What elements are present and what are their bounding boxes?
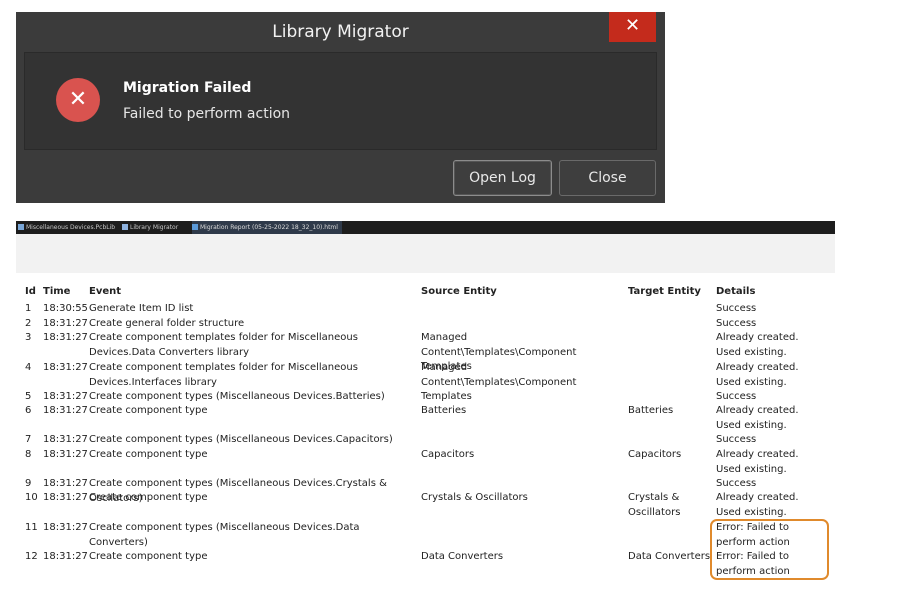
table-row-cell-id: 6 (25, 405, 32, 416)
table-row-cell-event: Create component type (89, 405, 208, 416)
table-row-cell-id: 1 (25, 303, 32, 314)
table-row-cell-time: 18:30:55 (43, 303, 88, 314)
column-header-target-entity: Target Entity (628, 286, 701, 297)
library-migrator-dialog: Library Migrator ✕ ✕ Migration Failed Fa… (16, 12, 665, 203)
table-row-cell-details: Success (716, 434, 757, 445)
tab-pcblib[interactable]: Miscellaneous Devices.PcbLib (18, 221, 115, 234)
table-row-cell-time: 18:31:27 (43, 551, 88, 562)
open-log-button[interactable]: Open Log (453, 160, 552, 196)
table-row-cell-target: Data Converters (628, 551, 711, 562)
table-row-cell-id: 12 (25, 551, 38, 562)
column-header-event: Event (89, 286, 122, 297)
table-row-cell-details: Already created. Used existing. (716, 492, 799, 518)
table-row-cell-time: 18:31:27 (43, 434, 88, 445)
table-row-cell-id: 7 (25, 434, 32, 445)
message-title: Migration Failed (123, 80, 252, 96)
table-row-cell-event: Create general folder structure (89, 318, 245, 329)
table-row-cell-source: Capacitors (421, 449, 475, 460)
table-row-cell-event: Generate Item ID list (89, 303, 194, 314)
table-row-cell-time: 18:31:27 (43, 405, 88, 416)
table-row-cell-event: Create component type (89, 449, 208, 460)
table-row-cell-id: 3 (25, 332, 32, 343)
message-subtitle: Failed to perform action (123, 106, 291, 122)
table-row-cell-id: 10 (25, 492, 38, 503)
table-row-cell-id: 5 (25, 391, 32, 402)
table-row-cell-time: 18:31:27 (43, 318, 88, 329)
table-row-cell-event: Create component type (89, 492, 208, 503)
table-row-cell-time: 18:31:27 (43, 391, 88, 402)
table-row-cell-details: Already created. Used existing. (716, 362, 799, 388)
table-row-cell-event: Create component type (89, 551, 208, 562)
table-row-cell-event: Create component templates folder for Mi… (89, 332, 358, 358)
error-icon: ✕ (56, 78, 100, 122)
document-icon (18, 224, 24, 230)
tab-label: Migration Report (05-25-2022 18_32_10).h… (200, 224, 338, 231)
table-row-cell-event: Create component types (Miscellaneous De… (89, 434, 393, 445)
table-row-cell-details: Already created. Used existing. (716, 332, 799, 358)
table-row-cell-time: 18:31:27 (43, 492, 88, 503)
column-header-details: Details (716, 286, 756, 297)
table-row-cell-id: 4 (25, 362, 32, 373)
tab-label: Miscellaneous Devices.PcbLib (26, 224, 116, 231)
table-row-cell-details: Already created. Used existing. (716, 449, 799, 475)
table-row-cell-details: Already created. Used existing. (716, 405, 799, 431)
dialog-titlebar: Library Migrator ✕ (16, 12, 665, 52)
table-row-cell-event: Create component types (Miscellaneous De… (89, 522, 360, 548)
table-row-cell-target: Crystals & Oscillators (628, 492, 681, 518)
tab-label: Library Migrator (130, 224, 179, 231)
document-tab-bar: Miscellaneous Devices.PcbLib Library Mig… (16, 221, 835, 234)
table-row-cell-id: 2 (25, 318, 32, 329)
report-icon (192, 224, 198, 230)
dialog-message-panel: ✕ Migration Failed Failed to perform act… (24, 52, 657, 150)
table-row-cell-target: Capacitors (628, 449, 682, 460)
table-row-cell-time: 18:31:27 (43, 362, 88, 373)
table-row-cell-event: Create component types (Miscellaneous De… (89, 391, 385, 402)
table-row-cell-id: 9 (25, 478, 32, 489)
migrator-icon (122, 224, 128, 230)
column-header-id: Id (25, 286, 36, 297)
column-header-time: Time (43, 286, 71, 297)
table-row-cell-time: 18:31:27 (43, 522, 88, 533)
table-row-cell-id: 11 (25, 522, 38, 533)
dialog-title: Library Migrator (272, 22, 409, 42)
table-row-cell-id: 8 (25, 449, 32, 460)
table-row-cell-details: Success (716, 318, 757, 329)
close-icon[interactable]: ✕ (609, 12, 656, 42)
table-row-cell-time: 18:31:27 (43, 478, 88, 489)
table-row-cell-details: Success (716, 303, 757, 314)
tab-library-migrator[interactable]: Library Migrator (122, 221, 178, 234)
report-toolbar-area (16, 234, 835, 273)
table-row-cell-event: Create component templates folder for Mi… (89, 362, 358, 388)
table-row-cell-source: Batteries (421, 405, 467, 416)
table-row-cell-source: Data Converters (421, 551, 504, 562)
table-row-cell-source: Crystals & Oscillators (421, 492, 528, 503)
error-highlight-box (710, 519, 829, 580)
table-row-cell-source: Managed Content\Templates\Component Temp… (421, 362, 577, 402)
close-button[interactable]: Close (559, 160, 656, 196)
table-row-cell-time: 18:31:27 (43, 449, 88, 460)
table-row-cell-details: Success (716, 391, 757, 402)
table-row-cell-target: Batteries (628, 405, 674, 416)
table-row-cell-time: 18:31:27 (43, 332, 88, 343)
table-row-cell-details: Success (716, 478, 757, 489)
tab-migration-report[interactable]: Migration Report (05-25-2022 18_32_10).h… (192, 221, 342, 234)
column-header-source-entity: Source Entity (421, 286, 497, 297)
